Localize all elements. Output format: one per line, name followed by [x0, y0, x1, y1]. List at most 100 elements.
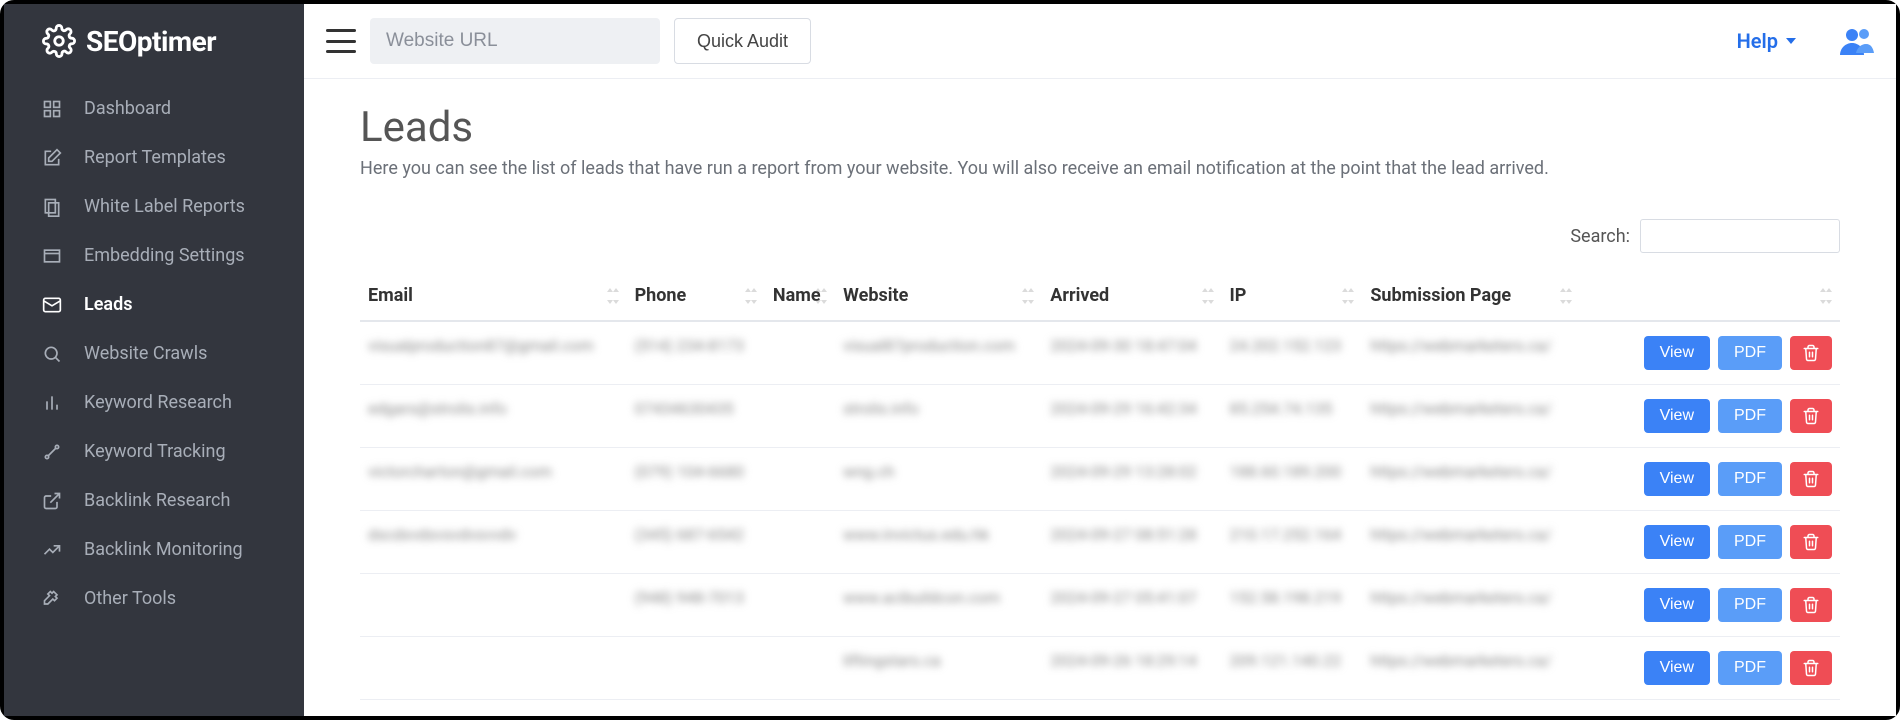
column-header[interactable]: Phone [627, 271, 765, 321]
column-header-actions [1580, 271, 1840, 321]
search-input[interactable] [1640, 219, 1840, 253]
cell-actions: ViewPDF [1580, 511, 1840, 574]
trash-icon [1802, 407, 1820, 425]
sidebar-item-label: Other Tools [84, 588, 176, 609]
cell-ip: 209.121.140.22 [1222, 637, 1363, 700]
cell-phone [627, 637, 765, 700]
pdf-button[interactable]: PDF [1718, 525, 1782, 559]
sidebar-item-report-templates[interactable]: Report Templates [4, 133, 304, 182]
whitelabel-icon [42, 197, 70, 217]
sidebar-item-white-label[interactable]: White Label Reports [4, 182, 304, 231]
quick-audit-button[interactable]: Quick Audit [674, 18, 811, 64]
pdf-button[interactable]: PDF [1718, 336, 1782, 370]
cell-email [360, 637, 627, 700]
external-icon [42, 491, 70, 511]
embed-icon [42, 246, 70, 266]
cell-ip: 188.60.189.200 [1222, 448, 1363, 511]
pdf-button[interactable]: PDF [1718, 399, 1782, 433]
sidebar-item-kw-tracking[interactable]: Keyword Tracking [4, 427, 304, 476]
sidebar-item-kw-research[interactable]: Keyword Research [4, 378, 304, 427]
cell-submission: https://webmarketers.ca/ [1362, 574, 1580, 637]
cell-phone: (948) 948-7013 [627, 574, 765, 637]
brand-text: SEOptimer [86, 25, 216, 58]
sidebar-item-label: Backlink Monitoring [84, 539, 243, 560]
delete-button[interactable] [1790, 525, 1832, 559]
hamburger-icon[interactable] [326, 29, 356, 53]
sort-icon [745, 288, 757, 304]
cell-name [765, 637, 835, 700]
view-button[interactable]: View [1644, 651, 1710, 685]
sidebar-item-backlink-monitoring[interactable]: Backlink Monitoring [4, 525, 304, 574]
dashboard-icon [42, 99, 70, 119]
delete-button[interactable] [1790, 588, 1832, 622]
cell-submission: https://webmarketers.ca/ [1362, 511, 1580, 574]
cell-arrived: 2024-09-29 13:28:02 [1042, 448, 1221, 511]
column-header[interactable]: Arrived [1042, 271, 1221, 321]
cell-arrived: 2024-09-29 16:42:34 [1042, 385, 1221, 448]
users-icon[interactable] [1840, 27, 1874, 55]
cell-phone: 07434630435 [627, 385, 765, 448]
column-header[interactable]: IP [1222, 271, 1363, 321]
trash-icon [1802, 344, 1820, 362]
content: Leads Here you can see the list of leads… [304, 79, 1896, 716]
cell-website: www.invictus.edu.hk [835, 511, 1042, 574]
cell-email [360, 574, 627, 637]
templates-icon [42, 148, 70, 168]
table-row: edgars@strolis.info07434630435strolis.in… [360, 385, 1840, 448]
pdf-button[interactable]: PDF [1718, 588, 1782, 622]
sidebar-item-label: Report Templates [84, 147, 226, 168]
column-header[interactable]: Name [765, 271, 835, 321]
cell-email: edgars@strolis.info [360, 385, 627, 448]
bars-icon [42, 393, 70, 413]
sidebar-item-backlink-research[interactable]: Backlink Research [4, 476, 304, 525]
sidebar-item-leads[interactable]: Leads [4, 280, 304, 329]
brand-logo[interactable]: SEOptimer [4, 4, 304, 78]
view-button[interactable]: View [1644, 462, 1710, 496]
cell-website: wng.ch [835, 448, 1042, 511]
sidebar-item-label: Website Crawls [84, 343, 207, 364]
trash-icon [1802, 596, 1820, 614]
sidebar-item-label: Backlink Research [84, 490, 230, 511]
sidebar-item-crawls[interactable]: Website Crawls [4, 329, 304, 378]
cell-name [765, 511, 835, 574]
delete-button[interactable] [1790, 399, 1832, 433]
sidebar-item-label: Leads [84, 294, 132, 315]
trend-icon [42, 540, 70, 560]
cell-submission: https://webmarketers.ca/ [1362, 448, 1580, 511]
sidebar-item-label: Dashboard [84, 98, 171, 119]
cell-submission: https://webmarketers.ca/ [1362, 637, 1580, 700]
cell-actions: ViewPDF [1580, 574, 1840, 637]
pdf-button[interactable]: PDF [1718, 651, 1782, 685]
view-button[interactable]: View [1644, 399, 1710, 433]
sidebar-item-label: Embedding Settings [84, 245, 245, 266]
sidebar-item-other-tools[interactable]: Other Tools [4, 574, 304, 623]
topbar: Quick Audit Help [304, 4, 1896, 79]
sidebar-item-dashboard[interactable]: Dashboard [4, 84, 304, 133]
column-header[interactable]: Submission Page [1362, 271, 1580, 321]
help-label: Help [1737, 29, 1778, 53]
delete-button[interactable] [1790, 651, 1832, 685]
view-button[interactable]: View [1644, 525, 1710, 559]
delete-button[interactable] [1790, 462, 1832, 496]
column-header[interactable]: Website [835, 271, 1042, 321]
view-button[interactable]: View [1644, 336, 1710, 370]
sidebar-item-label: White Label Reports [84, 196, 245, 217]
page-title: Leads [360, 103, 1840, 152]
cell-website: visual87production.com [835, 321, 1042, 385]
cell-website: liftingstars.ca [835, 637, 1042, 700]
help-dropdown[interactable]: Help [1737, 29, 1796, 53]
pdf-button[interactable]: PDF [1718, 462, 1782, 496]
url-input[interactable] [370, 18, 660, 64]
view-button[interactable]: View [1644, 588, 1710, 622]
delete-button[interactable] [1790, 336, 1832, 370]
search-label: Search: [1570, 226, 1630, 247]
sidebar-item-embedding[interactable]: Embedding Settings [4, 231, 304, 280]
cell-ip: 210.17.252.164 [1222, 511, 1363, 574]
cell-arrived: 2024-09-30 18:47:04 [1042, 321, 1221, 385]
chevron-down-icon [1786, 38, 1796, 44]
column-header[interactable]: Email [360, 271, 627, 321]
leads-table: EmailPhoneNameWebsiteArrivedIPSubmission… [360, 271, 1840, 700]
nav-list: Dashboard Report Templates White Label Rep… [4, 78, 304, 623]
cell-ip: 24.202.152.123 [1222, 321, 1363, 385]
cell-name [765, 448, 835, 511]
